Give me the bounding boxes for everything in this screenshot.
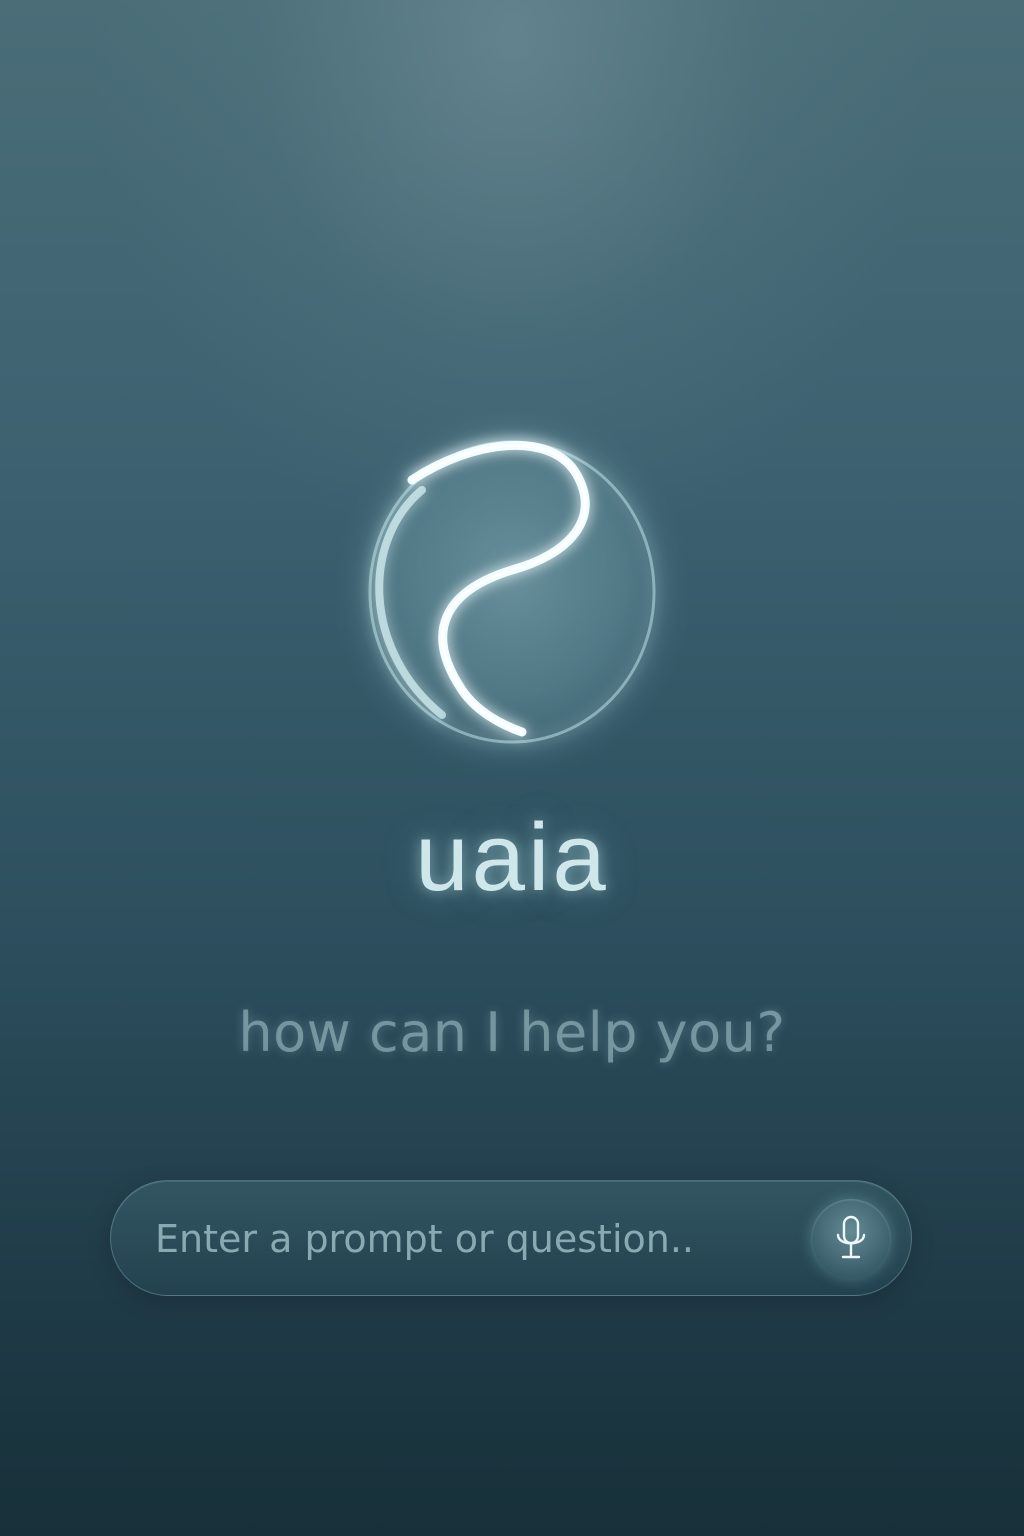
microphone-icon [831, 1213, 871, 1265]
app-screen: uaia how can I help you? [0, 0, 1024, 1536]
swirl-logo-icon [352, 420, 672, 760]
prompt-input[interactable] [155, 1211, 775, 1267]
prompt-bar [110, 1180, 912, 1296]
microphone-button[interactable] [811, 1199, 891, 1279]
greeting-text: how can I help you? [238, 1001, 786, 1064]
app-title: uaia [415, 804, 609, 911]
